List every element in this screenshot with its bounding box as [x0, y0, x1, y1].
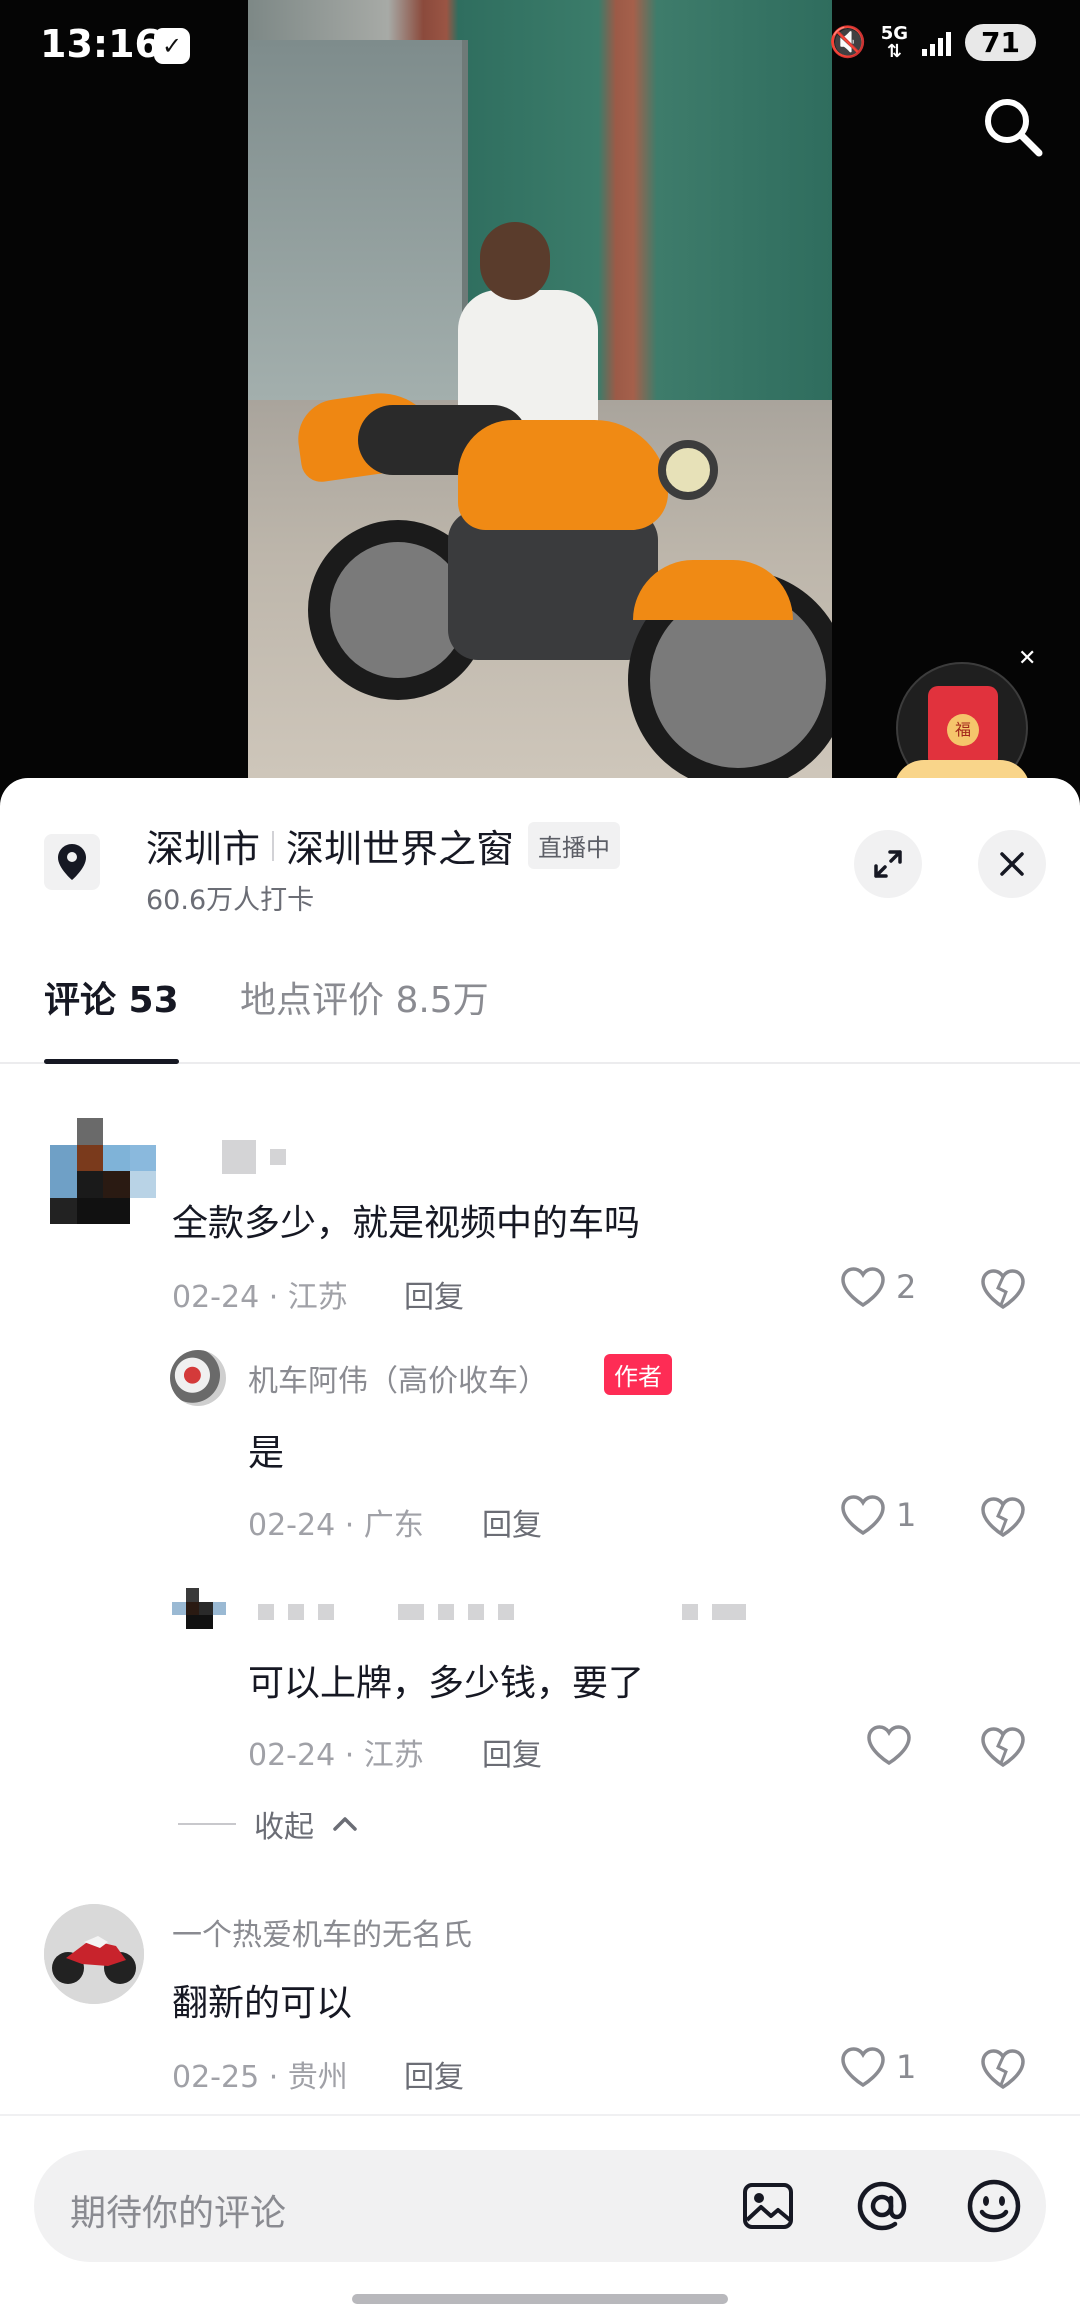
location-pin-icon	[44, 834, 100, 890]
dislike-heart-icon	[981, 2049, 1025, 2090]
reply-meta: 02-24 · 广东	[248, 1508, 424, 1543]
comment-date: 02-24	[172, 1280, 260, 1315]
motorcycle-headlamp	[658, 440, 718, 500]
reply-button[interactable]: 回复	[482, 1500, 542, 1544]
location-title[interactable]: 深圳市 深圳世界之窗 直播中	[146, 818, 621, 873]
comment-text: 全款多少，就是视频中的车吗	[172, 1203, 641, 1244]
reply-text: 是	[248, 1433, 285, 1474]
reply-region: 广东	[363, 1508, 424, 1543]
like-button[interactable]: 1	[840, 2046, 916, 2088]
username-blurred[interactable]	[258, 1604, 746, 1620]
notification-check-icon: ✓	[154, 28, 190, 64]
avatar[interactable]	[170, 1350, 226, 1406]
close-icon[interactable]: ✕	[1018, 646, 1036, 671]
reply-date: 02-24	[248, 1508, 336, 1543]
reply-button[interactable]: 回复	[404, 2052, 464, 2096]
location-city[interactable]: 深圳市	[146, 818, 260, 873]
like-count: 1	[896, 2048, 917, 2086]
expand-button[interactable]	[854, 830, 922, 898]
comment-tabs: 评论 53 地点评价 8.5万	[0, 978, 1080, 1064]
reply-region: 江苏	[363, 1738, 424, 1773]
expand-icon	[874, 850, 902, 878]
username-blurred[interactable]	[222, 1140, 286, 1174]
comment-meta: 02-24 · 江苏	[172, 1280, 348, 1315]
dislike-button[interactable]	[980, 1496, 1026, 1542]
dislike-heart-icon	[981, 1269, 1025, 1310]
video-frame[interactable]	[248, 0, 832, 790]
dislike-button[interactable]	[980, 2048, 1026, 2094]
status-time: 13:16	[40, 22, 161, 66]
heart-icon	[841, 1495, 885, 1536]
status-bar: 13:16 ✓ 🔇 5G ⇅ 71	[0, 0, 1080, 96]
video-person-head	[480, 222, 550, 300]
comment-input-bar: 期待你的评论	[0, 2114, 1080, 2316]
avatar[interactable]	[44, 1904, 144, 2004]
comment-region: 贵州	[287, 2060, 348, 2095]
tab-comments[interactable]: 评论 53	[44, 978, 179, 1064]
mute-icon: 🔇	[829, 25, 867, 60]
motorcycle-engine	[448, 510, 658, 660]
author-badge: 作者	[604, 1354, 672, 1395]
avatar-mosaic	[172, 1588, 226, 1642]
comment-region: 江苏	[287, 1280, 348, 1315]
comment-date: 02-25	[172, 2060, 260, 2095]
emoji-icon[interactable]	[964, 2176, 1024, 2236]
heart-icon	[867, 1725, 911, 1766]
like-count: 1	[896, 1496, 917, 1534]
dislike-button[interactable]	[980, 1268, 1026, 1314]
avatar[interactable]	[50, 1118, 156, 1224]
comment-meta: 02-25 · 贵州	[172, 2060, 348, 2095]
location-separator	[272, 830, 275, 861]
avatar[interactable]	[172, 1588, 226, 1642]
reply-button[interactable]: 回复	[482, 1730, 542, 1774]
avatar-motorcycle-image	[44, 1904, 144, 2004]
tab-location-reviews[interactable]: 地点评价 8.5万	[240, 978, 489, 1064]
close-icon	[1000, 852, 1024, 876]
home-indicator[interactable]	[352, 2294, 728, 2304]
dislike-button[interactable]	[980, 1726, 1026, 1772]
reply-button[interactable]: 回复	[404, 1272, 464, 1316]
signal-icon	[922, 30, 952, 56]
chevron-up-icon	[333, 1817, 357, 1831]
live-badge[interactable]: 直播中	[528, 822, 621, 869]
search-icon[interactable]	[980, 94, 1046, 160]
location-place[interactable]: 深圳世界之窗	[286, 818, 514, 873]
close-sheet-button[interactable]	[978, 830, 1046, 898]
reply-meta: 02-24 · 江苏	[248, 1738, 424, 1773]
heart-icon	[841, 2047, 885, 2088]
like-button[interactable]: 2	[840, 1266, 916, 1308]
location-comment-sheet: 深圳市 深圳世界之窗 直播中 60.6万人打卡 评论 53 地点评价 8.5万 …	[0, 778, 1080, 2316]
battery-indicator: 71	[965, 24, 1036, 61]
network-indicator: 5G ⇅	[880, 22, 909, 62]
dislike-heart-icon	[981, 1727, 1025, 1768]
comment-input[interactable]: 期待你的评论	[34, 2150, 1046, 2262]
collapse-label: 收起	[254, 1810, 314, 1845]
reply-date: 02-24	[248, 1738, 336, 1773]
heart-icon	[841, 1267, 885, 1308]
collapse-replies-button[interactable]: 收起	[178, 1802, 358, 1846]
collapse-divider	[178, 1823, 236, 1825]
like-count: 2	[896, 1268, 917, 1306]
like-button[interactable]: 1	[840, 1494, 916, 1536]
comment-text: 翻新的可以	[172, 1983, 353, 2024]
like-button[interactable]	[866, 1724, 922, 1766]
reply-author-name[interactable]: 机车阿伟（高价收车）	[248, 1356, 548, 1400]
avatar-mosaic	[50, 1118, 156, 1224]
red-packet-coin: 福	[947, 714, 979, 746]
comment-author-name[interactable]: 一个热爱机车的无名氏	[172, 1910, 472, 1954]
status-indicators: 🔇 5G ⇅ 71	[829, 24, 1036, 61]
image-icon[interactable]	[738, 2176, 798, 2236]
reply-text: 可以上牌，多少钱，要了	[248, 1663, 645, 1704]
dislike-heart-icon	[981, 1497, 1025, 1538]
at-icon[interactable]	[852, 2176, 912, 2236]
checkin-count: 60.6万人打卡	[146, 885, 315, 916]
red-packet-envelope: 福	[928, 686, 998, 768]
network-label: 5G	[880, 22, 909, 44]
motorcycle-tank	[458, 420, 668, 530]
comment-input-placeholder[interactable]: 期待你的评论	[70, 2184, 286, 2236]
